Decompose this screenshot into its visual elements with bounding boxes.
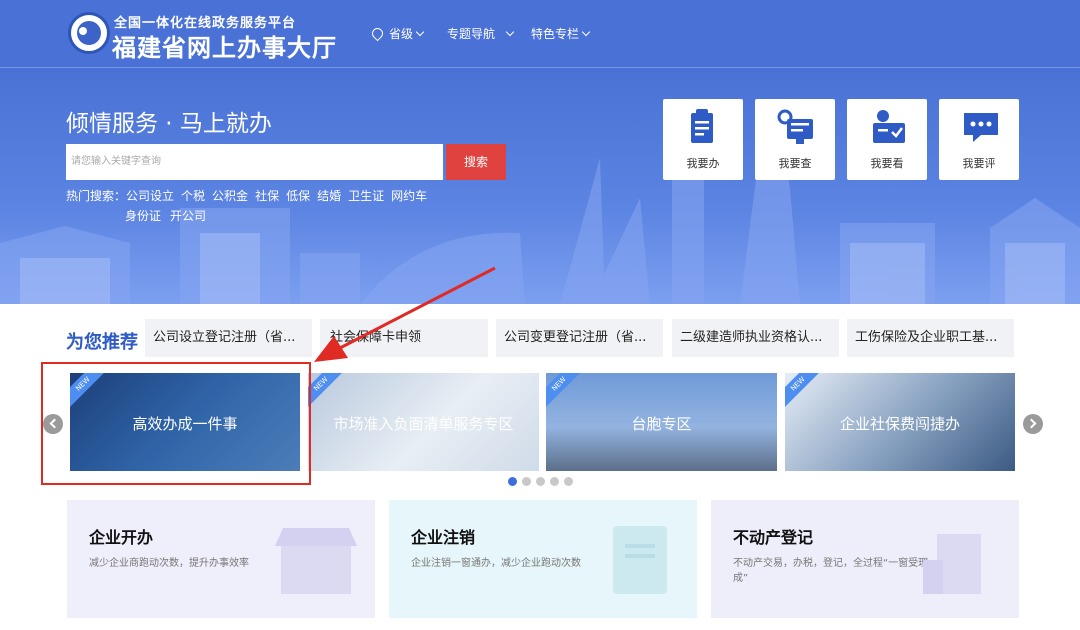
carousel-card-label: 台胞专区 xyxy=(631,415,692,433)
hero-tagline: 倾情服务 · 马上就办 xyxy=(66,111,272,137)
view-screen-icon xyxy=(873,110,905,143)
hot-search-term[interactable]: 公司设立 xyxy=(126,189,174,203)
chevron-down-icon xyxy=(505,27,515,36)
nav-special-column[interactable]: 特色专栏 xyxy=(531,25,591,42)
highlight-box xyxy=(41,362,311,485)
chevron-down-icon xyxy=(415,27,425,36)
nav-region-label: 省级 xyxy=(389,27,414,41)
hot-search-row: 热门搜索：公司设立 个税 公积金 社保 低保 结婚 卫生证 网约车 xyxy=(66,187,434,204)
quick-action-label: 我要办 xyxy=(686,157,720,170)
quick-action-review[interactable]: 我要评 xyxy=(939,99,1019,180)
search-input[interactable]: 请您输入关键字查询 xyxy=(66,144,443,180)
hot-search-term[interactable]: 卫生证 xyxy=(348,189,384,203)
chevron-down-icon xyxy=(581,27,591,36)
clipboard-icon xyxy=(691,109,713,143)
carousel-dot[interactable] xyxy=(564,477,573,486)
quick-action-label: 我要看 xyxy=(870,157,904,170)
quick-action-query[interactable]: 我要查 xyxy=(755,99,835,180)
building-icon xyxy=(923,534,981,594)
recommend-item[interactable]: 工伤保险及企业职工基... xyxy=(847,319,1014,357)
service-card-real-estate[interactable]: 不动产登记 不动产交易，办税，登记，全过程“一窗受理，一次办成” xyxy=(711,500,1019,618)
chevron-right-icon xyxy=(1026,418,1037,429)
location-pin-icon xyxy=(369,25,386,42)
hot-search-term[interactable]: 结婚 xyxy=(317,189,341,203)
service-card-title: 不动产登记 xyxy=(733,528,814,547)
carousel-next-button[interactable] xyxy=(1023,414,1043,434)
search-monitor-icon xyxy=(777,109,813,144)
new-badge: NEW xyxy=(308,373,346,409)
hero-banner: 倾情服务 · 马上就办 请您输入关键字查询 搜索 热门搜索：公司设立 个税 公积金社… xyxy=(0,68,1080,304)
hot-search-term[interactable]: 身份证 xyxy=(125,209,161,223)
comment-icon xyxy=(964,113,998,142)
site-header: 全国一体化在线政务服务平台 福建省网上办事大厅 省级 专题导航 特色专栏 xyxy=(0,0,1080,68)
quick-action-apply[interactable]: 我要办 xyxy=(663,99,743,180)
hot-search-term[interactable]: 低保 xyxy=(286,189,310,203)
red-annotation-arrow-icon xyxy=(314,266,496,362)
hot-search-row-2: 身份证 开公司 xyxy=(125,207,215,224)
hot-search-label: 热门搜索： xyxy=(66,189,127,203)
carousel-card-label: 市场准入负面清单服务专区 xyxy=(333,415,514,433)
carousel-card[interactable]: NEW 市场准入负面清单服务专区 xyxy=(308,373,539,471)
search-button[interactable]: 搜索 xyxy=(446,144,506,180)
hot-search-term[interactable]: 社保 xyxy=(255,189,279,203)
new-badge: NEW xyxy=(785,373,823,409)
carousel-pagination xyxy=(508,477,573,486)
nav-topic-guide[interactable]: 专题导航 xyxy=(447,25,515,42)
site-title[interactable]: 福建省网上办事大厅 xyxy=(112,28,337,63)
storefront-icon xyxy=(275,528,357,594)
recommend-item[interactable]: 公司变更登记注册（省... xyxy=(496,319,663,357)
recommend-item[interactable]: 公司设立登记注册（省... xyxy=(145,319,312,357)
carousel-card[interactable]: NEW 企业社保费闯捷办 xyxy=(785,373,1015,471)
hot-search-term[interactable]: 开公司 xyxy=(170,209,206,223)
emblem-logo-icon[interactable] xyxy=(68,12,110,54)
nav-region-select[interactable]: 省级 xyxy=(369,25,425,42)
carousel-dot[interactable] xyxy=(536,477,545,486)
hot-search-term[interactable]: 网约车 xyxy=(391,189,427,203)
nav-special-label: 特色专栏 xyxy=(531,27,580,41)
hot-search-term[interactable]: 公积金 xyxy=(212,189,248,203)
quick-action-label: 我要评 xyxy=(962,157,996,170)
service-card-company-cancel[interactable]: 企业注销 企业注销一窗通办，减少企业跑动次数 xyxy=(389,500,697,618)
new-badge: NEW xyxy=(546,373,584,409)
carousel-dot[interactable] xyxy=(508,477,517,486)
service-card-title: 企业开办 xyxy=(89,528,154,547)
carousel-card[interactable]: NEW 台胞专区 xyxy=(546,373,777,471)
hot-search-term[interactable]: 个税 xyxy=(181,189,205,203)
carousel-card-label: 企业社保费闯捷办 xyxy=(839,415,960,433)
service-card-title: 企业注销 xyxy=(411,528,476,547)
carousel-dot[interactable] xyxy=(522,477,531,486)
recommend-title: 为您推荐 xyxy=(66,332,138,353)
clipboard-cancel-icon xyxy=(613,526,667,594)
quick-action-label: 我要查 xyxy=(778,157,812,170)
quick-action-view[interactable]: 我要看 xyxy=(847,99,927,180)
service-card-company-setup[interactable]: 企业开办 减少企业商跑动次数，提升办事效率 xyxy=(67,500,375,618)
recommend-item[interactable]: 二级建造师执业资格认... xyxy=(672,319,839,357)
carousel-dot[interactable] xyxy=(550,477,559,486)
nav-topic-label: 专题导航 xyxy=(447,27,496,41)
